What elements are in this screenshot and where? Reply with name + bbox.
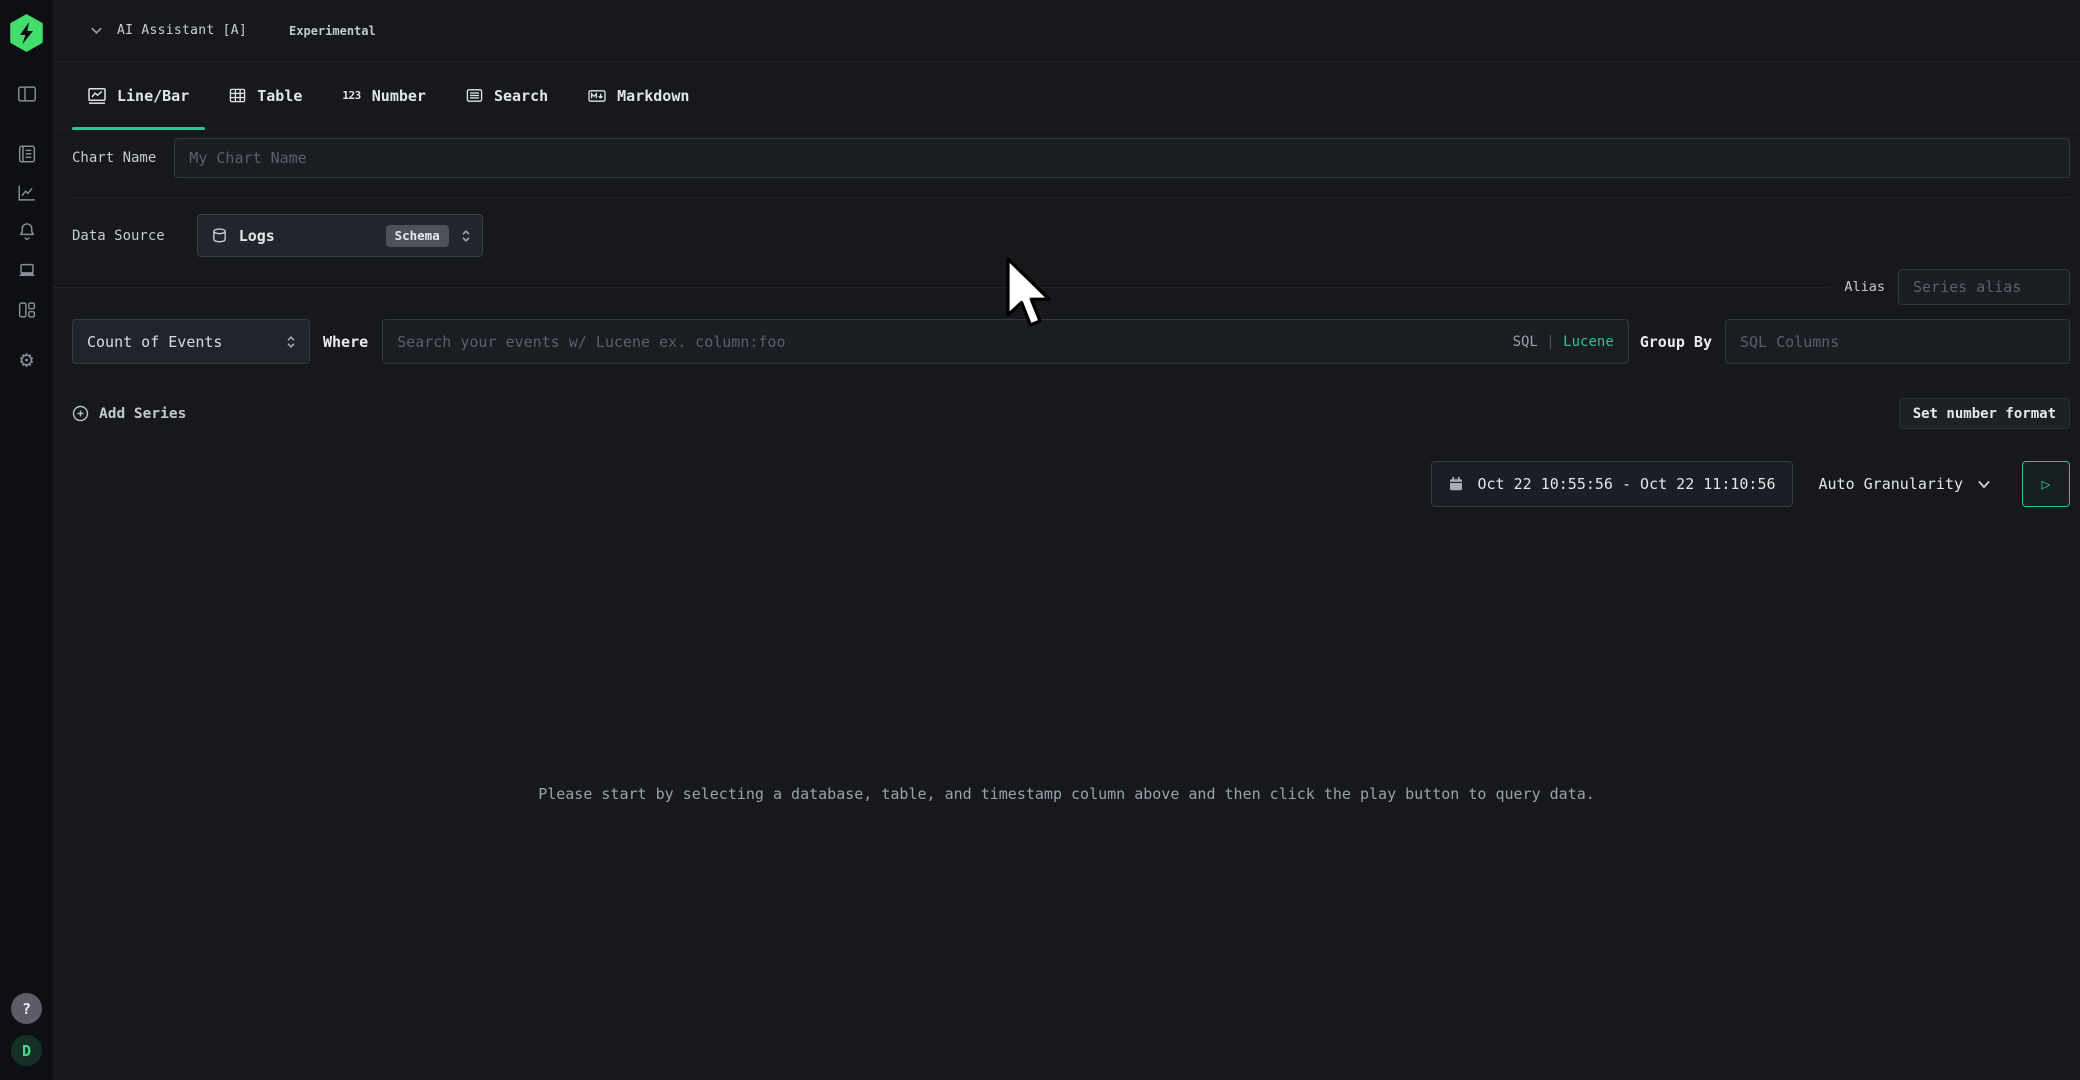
user-avatar[interactable]: D [11, 1035, 42, 1066]
play-icon: ▷ [2041, 475, 2050, 493]
top-bar: AI Assistant [A] Experimental [53, 0, 2080, 62]
experimental-badge: Experimental [289, 24, 376, 38]
markdown-icon [588, 87, 606, 105]
aggregation-select[interactable]: Count of Events [72, 319, 310, 364]
aggregation-value: Count of Events [87, 333, 222, 351]
help-button[interactable]: ? [11, 993, 42, 1024]
chart-name-label: Chart Name [72, 150, 156, 166]
granularity-select[interactable]: Auto Granularity [1819, 475, 1993, 493]
tab-search[interactable]: Search [450, 62, 564, 129]
section-divider [72, 197, 2070, 198]
hyperdx-logo[interactable] [8, 14, 45, 52]
empty-state-message: Please start by selecting a database, ta… [53, 785, 2080, 803]
settings-gear-icon[interactable]: ⚙ [15, 348, 39, 372]
where-search-input[interactable] [382, 319, 1629, 364]
select-chevrons-icon [285, 334, 297, 350]
date-range-picker[interactable]: Oct 22 10:55:56 - Oct 22 11:10:56 [1431, 461, 1792, 507]
collapse-chevron-icon[interactable] [89, 23, 104, 38]
app-window: ⚙ ? D AI Assistant [A] Experimental L [0, 0, 2080, 1080]
panel-toggle-icon[interactable] [15, 82, 39, 106]
left-sidebar: ⚙ ? D [0, 0, 53, 1080]
sessions-laptop-icon[interactable] [15, 259, 39, 283]
calendar-icon [1448, 476, 1464, 492]
table-icon [229, 87, 246, 104]
database-icon [211, 227, 228, 244]
tab-markdown[interactable]: Markdown [572, 62, 705, 129]
alias-label: Alias [1844, 279, 1885, 295]
group-by-input[interactable] [1725, 319, 2070, 364]
plus-circle-icon [72, 405, 89, 422]
dashboards-grid-icon[interactable] [15, 298, 39, 322]
data-source-value: Logs [239, 227, 275, 245]
alias-input[interactable] [1898, 269, 2070, 305]
select-chevrons-icon [460, 228, 472, 244]
chart-name-input[interactable] [174, 138, 2070, 178]
run-query-play-button[interactable]: ▷ [2022, 461, 2070, 507]
search-list-icon [466, 87, 483, 104]
date-range-value: Oct 22 10:55:56 - Oct 22 11:10:56 [1477, 475, 1775, 493]
line-chart-icon [88, 87, 106, 105]
event-log-icon[interactable] [15, 142, 39, 166]
tab-table[interactable]: Table [213, 62, 318, 129]
chart-editor: Chart Name Data Source Logs [53, 130, 2080, 1080]
group-by-label: Group By [1640, 333, 1712, 351]
schema-badge: Schema [386, 225, 449, 247]
where-label: Where [323, 333, 368, 351]
number-123-icon: 123 [342, 89, 360, 102]
query-language-toggle[interactable]: SQL | Lucene [1513, 334, 1614, 350]
chevron-down-icon [1976, 476, 1992, 492]
alerts-bell-icon[interactable] [15, 220, 39, 244]
chart-explorer-icon[interactable] [15, 181, 39, 205]
add-series-button[interactable]: Add Series [72, 405, 186, 422]
tab-line-bar[interactable]: Line/Bar [72, 62, 205, 129]
chart-type-tabs: Line/Bar Table 123 Number [53, 62, 2080, 130]
series-divider-line [53, 287, 1830, 288]
data-source-label: Data Source [72, 228, 165, 244]
tab-number[interactable]: 123 Number [326, 62, 442, 129]
data-source-select[interactable]: Logs Schema [197, 214, 483, 257]
set-number-format-button[interactable]: Set number format [1899, 398, 2070, 429]
page-title: AI Assistant [A] [117, 23, 247, 38]
